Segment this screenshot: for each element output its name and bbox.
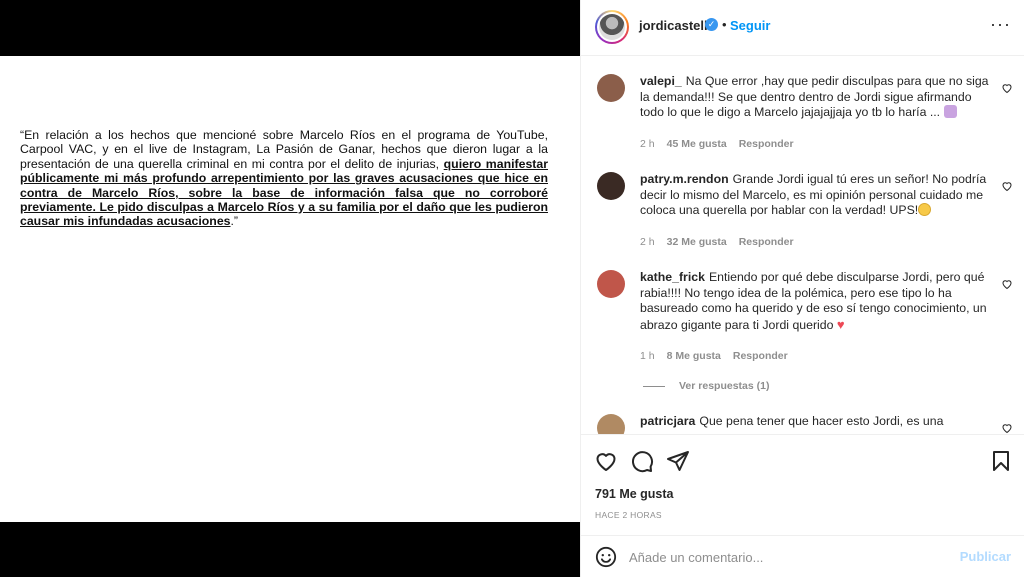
comment-time: 2 h <box>640 138 655 150</box>
comment-meta: 2 h 32 Me gusta Responder <box>640 236 806 248</box>
comment-input[interactable] <box>629 546 949 568</box>
comment-meta: 2 h 45 Me gusta Responder <box>640 138 806 150</box>
post-actions: 791 Me gusta HACE 2 HORAS <box>581 434 1024 544</box>
comment-body: kathe_frick Entiendo por qué debe disculp… <box>640 270 990 333</box>
separator-dot: • <box>722 17 727 32</box>
post-media[interactable]: “En relación a los hechos que mencioné s… <box>0 0 580 577</box>
emoji-icon <box>943 105 957 118</box>
follow-button[interactable]: Seguir <box>730 18 770 33</box>
comment-likes[interactable]: 32 Me gusta <box>667 236 727 248</box>
post-quote-text: “En relación a los hechos que mencioné s… <box>20 128 548 229</box>
publish-button[interactable]: Publicar <box>960 549 1011 564</box>
more-options-icon[interactable]: ··· <box>990 14 1011 35</box>
like-comment-heart-icon[interactable] <box>1001 422 1013 434</box>
quote-end: .” <box>230 214 239 229</box>
add-comment-bar: Publicar <box>581 535 1024 577</box>
likes-count[interactable]: 791 Me gusta <box>595 487 674 501</box>
reply-button[interactable]: Responder <box>739 138 794 150</box>
comment-likes[interactable]: 8 Me gusta <box>667 350 721 362</box>
comment-avatar[interactable] <box>597 414 625 434</box>
view-replies-button[interactable]: Ver respuestas (1) <box>643 380 769 392</box>
post-timestamp[interactable]: HACE 2 HORAS <box>595 510 662 520</box>
post-side-panel: jordicastell ✓ • Seguir ··· valepi_ Na Qu… <box>580 0 1024 577</box>
comment-text: Que pena tener que hacer esto Jordi, es … <box>699 414 944 428</box>
comment-likes[interactable]: 45 Me gusta <box>667 138 727 150</box>
comments-list[interactable]: valepi_ Na Que error ,hay que pedir discu… <box>581 56 1024 434</box>
reply-button[interactable]: Responder <box>733 350 788 362</box>
verified-badge-icon: ✓ <box>705 18 718 31</box>
like-heart-icon[interactable] <box>594 449 618 473</box>
share-paper-plane-icon[interactable] <box>666 449 690 473</box>
avatar-image <box>599 14 625 40</box>
post-header: jordicastell ✓ • Seguir ··· <box>581 0 1024 56</box>
comment-text: Na Que error ,hay que pedir disculpas pa… <box>640 74 989 119</box>
comment-avatar[interactable] <box>597 74 625 102</box>
comment-body: patry.m.rendon Grande Jordi igual tú eres… <box>640 172 990 219</box>
post-image: “En relación a los hechos que mencioné s… <box>0 56 580 522</box>
comment-avatar[interactable] <box>597 172 625 200</box>
like-comment-heart-icon[interactable] <box>1001 180 1013 192</box>
save-bookmark-icon[interactable] <box>989 449 1013 473</box>
like-comment-heart-icon[interactable] <box>1001 82 1013 94</box>
comment-username[interactable]: patry.m.rendon <box>640 172 729 186</box>
comment-bubble-icon[interactable] <box>630 449 654 473</box>
heart-emoji-icon: ♥ <box>836 316 845 332</box>
profile-username[interactable]: jordicastell <box>639 18 708 33</box>
reply-button[interactable]: Responder <box>739 236 794 248</box>
comment-username[interactable]: patricjara <box>640 414 695 428</box>
emoji-picker-icon[interactable] <box>595 546 617 568</box>
emoji-icon <box>918 203 932 216</box>
comment-body: valepi_ Na Que error ,hay que pedir discu… <box>640 74 990 121</box>
comment-body: patricjara Que pena tener que hacer esto … <box>640 414 990 430</box>
like-comment-heart-icon[interactable] <box>1001 278 1013 290</box>
comment-username[interactable]: valepi_ <box>640 74 682 88</box>
comment-avatar[interactable] <box>597 270 625 298</box>
comment-time: 1 h <box>640 350 655 362</box>
comment-username[interactable]: kathe_frick <box>640 270 705 284</box>
comment-meta: 1 h 8 Me gusta Responder <box>640 350 800 362</box>
comment-time: 2 h <box>640 236 655 248</box>
profile-avatar[interactable] <box>595 10 629 44</box>
